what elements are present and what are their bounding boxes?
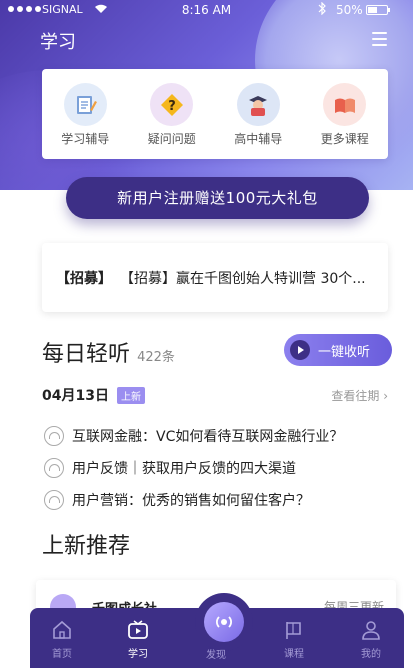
menu-icon[interactable] <box>372 32 387 46</box>
tab-mine[interactable]: 我的 <box>343 618 399 660</box>
new-badge: 上新 <box>116 386 145 404</box>
battery-percent: 50% <box>336 3 363 17</box>
list-item-title: 用户营销：优秀的销售如何留住客户？ <box>72 493 310 509</box>
bottom-tab-bar: 首页 学习 发现 课程 我的 <box>30 593 404 668</box>
list-item[interactable]: 用户反馈｜获取用户反馈的四大渠道 <box>42 452 388 484</box>
headphones-icon <box>44 426 64 446</box>
quick-nav-label: 更多课程 <box>320 132 369 146</box>
bluetooth-icon <box>318 1 326 18</box>
quick-nav-study-tutoring[interactable]: 学习辅导 <box>46 83 124 159</box>
tab-label: 学习 <box>128 649 148 660</box>
svg-text:?: ? <box>168 99 176 114</box>
tab-label: 发现 <box>206 650 226 661</box>
broadcast-icon <box>204 602 244 642</box>
title-bar: 学习 <box>0 28 413 53</box>
page-title: 学习 <box>40 32 76 53</box>
battery-icon <box>366 5 390 15</box>
tab-discover[interactable]: 发现 <box>188 646 244 661</box>
quick-nav-highschool[interactable]: 高中辅导 <box>219 83 297 159</box>
listen-button-label: 一键收听 <box>318 344 371 360</box>
view-past-link[interactable]: 查看往期 › <box>331 387 388 404</box>
tab-study[interactable]: 学习 <box>110 618 166 660</box>
list-item-title: 用户反馈｜获取用户反馈的四大渠道 <box>72 461 296 477</box>
tab-label: 我的 <box>361 649 381 660</box>
date-row: 04月13日 上新 查看往期 › <box>42 385 388 405</box>
tab-label: 课程 <box>284 649 304 660</box>
book-icon <box>323 83 367 126</box>
user-icon <box>359 618 383 642</box>
date-label: 04月13日 <box>42 388 109 404</box>
audio-list: 互联网金融：VC如何看待互联网金融行业？ 用户反馈｜获取用户反馈的四大渠道 用户… <box>42 420 388 516</box>
question-icon: ? <box>150 83 194 126</box>
home-icon <box>50 618 74 642</box>
tv-icon <box>126 618 150 642</box>
recruit-card[interactable]: 【招募】 【招募】赢在千图创始人特训营 30个... <box>42 243 388 312</box>
quick-nav-label: 高中辅导 <box>234 132 283 146</box>
list-item-title: 互联网金融：VC如何看待互联网金融行业？ <box>72 429 344 445</box>
quick-nav-more-courses[interactable]: 更多课程 <box>306 83 384 159</box>
discover-button[interactable] <box>195 593 253 651</box>
section-title: 上新推荐 <box>42 534 131 559</box>
item-count: 422条 <box>137 350 175 365</box>
quick-nav-label: 疑问问题 <box>147 132 196 146</box>
list-item[interactable]: 互联网金融：VC如何看待互联网金融行业？ <box>42 420 388 452</box>
play-icon <box>290 340 310 360</box>
recommend-header: 上新推荐 <box>42 528 372 560</box>
quick-nav-card: 学习辅导 ? 疑问问题 高中辅导 更多课程 <box>42 69 388 159</box>
quick-nav-label: 学习辅导 <box>61 132 110 146</box>
headphones-icon <box>44 490 64 510</box>
tab-label: 首页 <box>52 649 72 660</box>
flag-icon <box>282 618 306 642</box>
notebook-icon <box>63 83 107 126</box>
student-icon <box>236 83 280 126</box>
headphones-icon <box>44 458 64 478</box>
list-item[interactable]: 用户营销：优秀的销售如何留住客户？ <box>42 484 388 516</box>
promo-banner-button[interactable]: 新用户注册赠送100元大礼包 <box>66 177 369 219</box>
section-title: 每日轻听 <box>42 342 131 367</box>
recruit-tag: 【招募】 <box>56 270 112 287</box>
tab-home[interactable]: 首页 <box>34 618 90 660</box>
one-click-listen-button[interactable]: 一键收听 <box>284 334 392 366</box>
tab-course[interactable]: 课程 <box>266 618 322 660</box>
status-bar: SIGNAL 8:16 AM 50% <box>0 0 413 22</box>
recruit-text: 【招募】赢在千图创始人特训营 30个... <box>120 270 366 287</box>
quick-nav-questions[interactable]: ? 疑问问题 <box>133 83 211 159</box>
